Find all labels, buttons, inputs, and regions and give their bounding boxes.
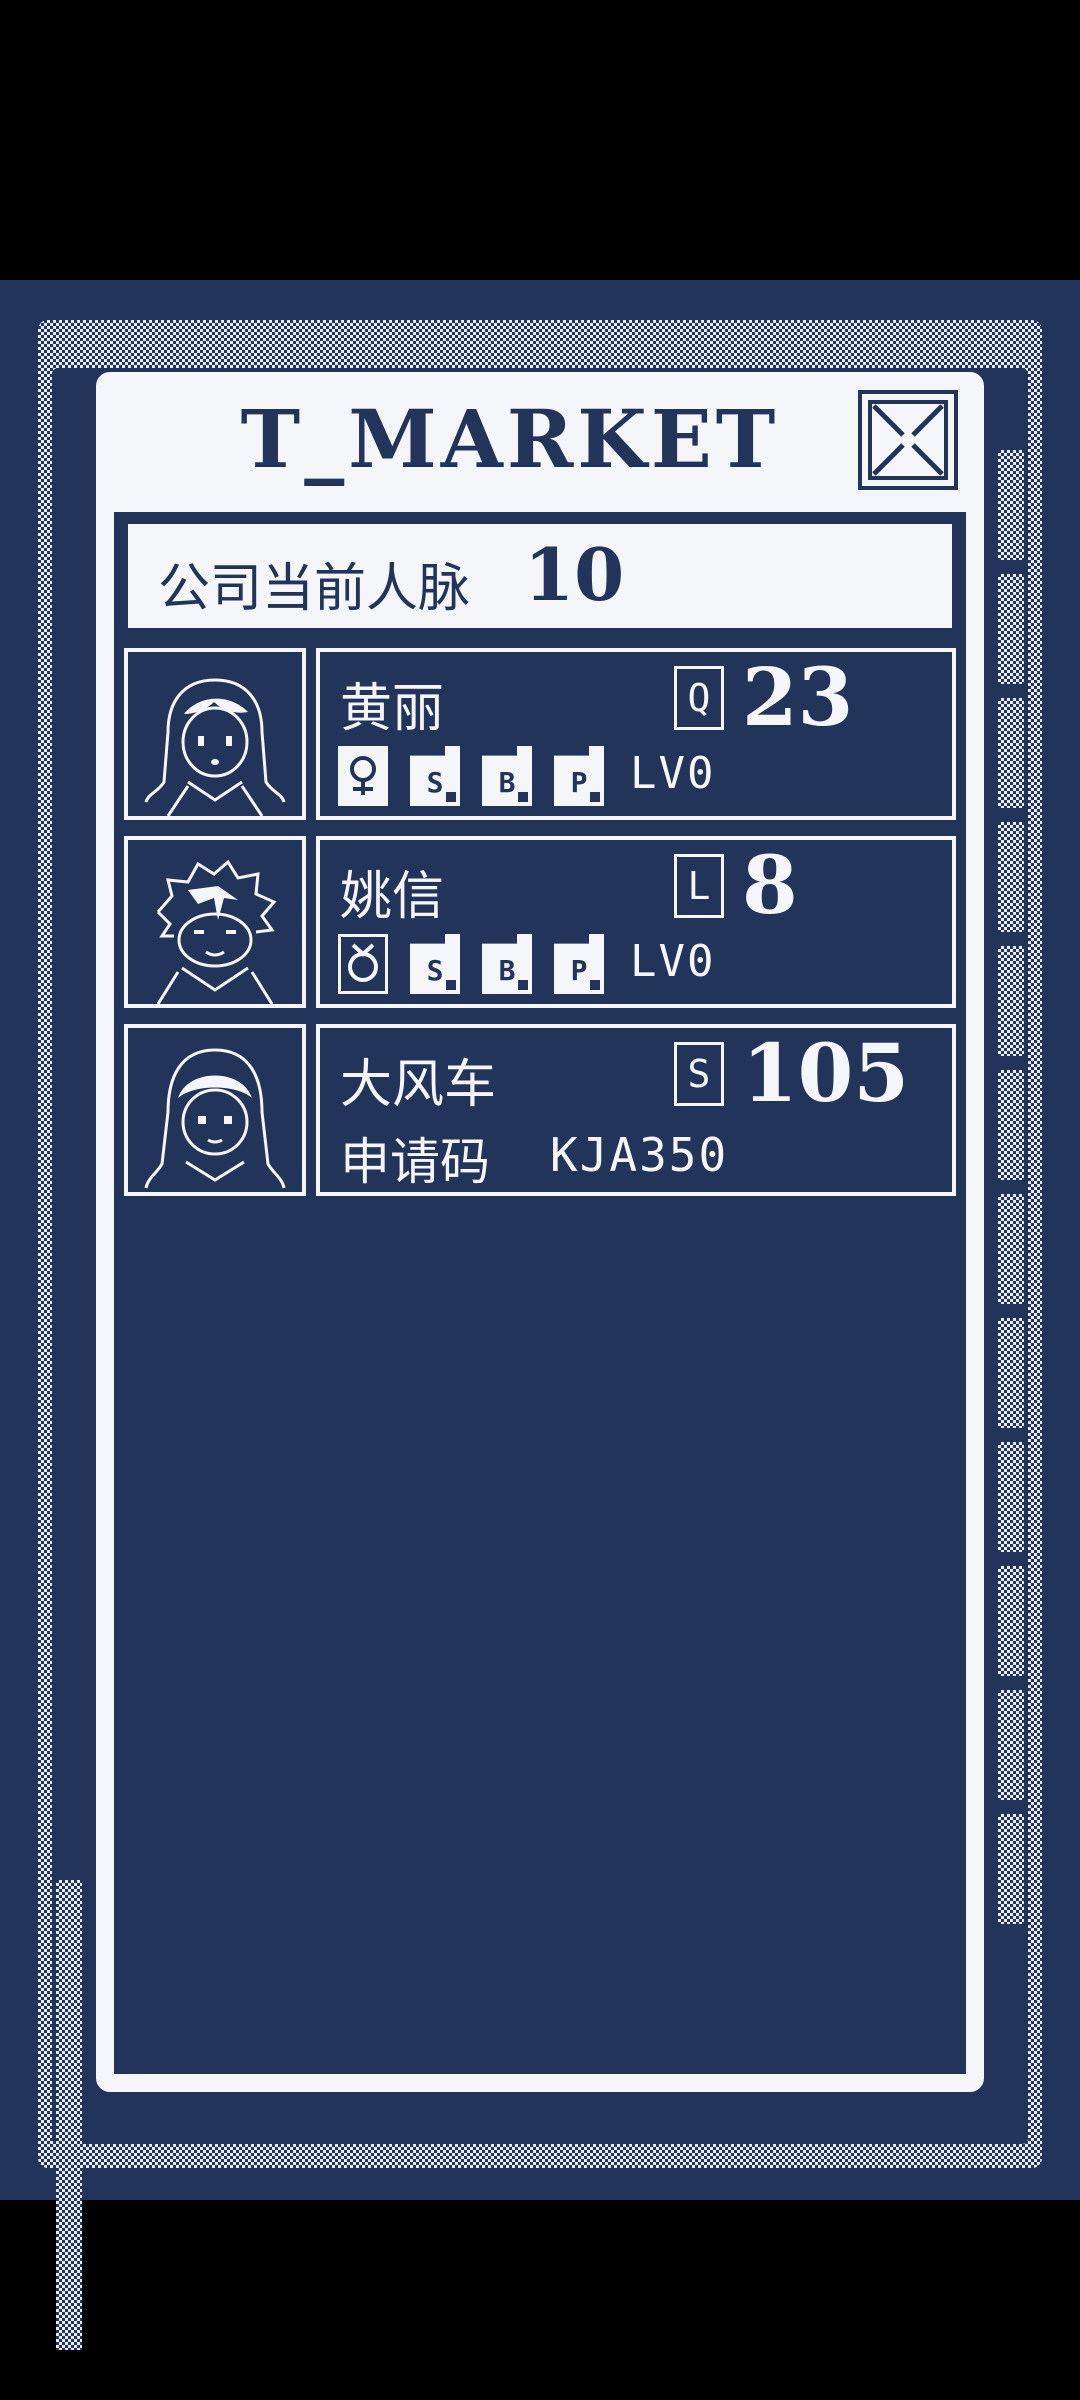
right-rail-segment [998,1566,1024,1676]
connection-value: 8 [742,838,798,932]
contact-card[interactable]: 大风车 S 105 申请码 KJA350 [124,1024,960,1196]
stat-s-card-icon: S [410,934,460,994]
right-rail-segment [998,822,1024,932]
contact-name: 大风车 [340,1055,497,1115]
female-icon [338,746,388,806]
right-rail-segment [998,946,1024,1056]
contact-name: 姚信 [340,867,445,927]
avatar [124,648,306,820]
application-code-value: KJA350 [550,1128,729,1182]
game-screen: T_MARKET 公司当前人脉 10 黄丽 Q 23 S B P LV0 姚信 … [0,280,1080,2350]
stat-p-card-icon: P [554,934,604,994]
left-rail-pattern [56,1880,82,2350]
close-button[interactable] [858,390,958,490]
stat-p-card-icon: P [554,746,604,806]
avatar [124,1024,306,1196]
page-title: T_MARKET [240,392,780,486]
right-rail-segment [998,1070,1024,1180]
right-decor-rail [998,450,1024,2130]
right-rail-segment [998,698,1024,808]
contact-info: 黄丽 Q 23 S B P LV0 [316,648,956,820]
contact-info: 大风车 S 105 申请码 KJA350 [316,1024,956,1196]
company-connections-value: 10 [524,532,625,617]
application-code-label: 申请码 [340,1133,490,1191]
close-x-icon [868,400,948,480]
right-rail-segment [998,450,1024,560]
stat-s-card-icon: S [410,746,460,806]
left-decor-rail [56,450,82,2350]
right-rail-segment [998,1194,1024,1304]
right-rail-segment [998,1814,1024,1924]
level-label: LV0 [630,936,716,987]
female-portrait-icon [144,678,286,817]
right-rail-segment [998,1318,1024,1428]
contact-info: 姚信 L 8 S B P LV0 [316,836,956,1008]
panel-body: 公司当前人脉 10 黄丽 Q 23 S B P LV0 姚信 L 8 S B P… [110,508,970,2078]
rank-badge: Q [674,666,724,730]
avatar [124,836,306,1008]
connection-value: 23 [742,650,854,744]
level-label: LV0 [630,748,716,799]
company-connections-bar: 公司当前人脉 10 [124,520,956,632]
stat-b-card-icon: B [482,934,532,994]
right-rail-segment [998,1442,1024,1552]
rank-badge: S [674,1042,724,1106]
right-rail-segment [998,1690,1024,1800]
male-portrait-icon [156,859,277,1005]
contact-card[interactable]: 姚信 L 8 S B P LV0 [124,836,960,1008]
contact-card[interactable]: 黄丽 Q 23 S B P LV0 [124,648,960,820]
market-panel: T_MARKET 公司当前人脉 10 黄丽 Q 23 S B P LV0 姚信 … [96,372,984,2092]
rank-badge: L [674,854,724,918]
female-portrait-icon [144,1048,286,1189]
male-icon [338,934,388,994]
connection-value: 105 [742,1026,909,1120]
company-connections-label: 公司当前人脉 [158,559,471,619]
right-rail-segment [998,574,1024,684]
stat-b-card-icon: B [482,746,532,806]
contact-name: 黄丽 [340,679,445,739]
